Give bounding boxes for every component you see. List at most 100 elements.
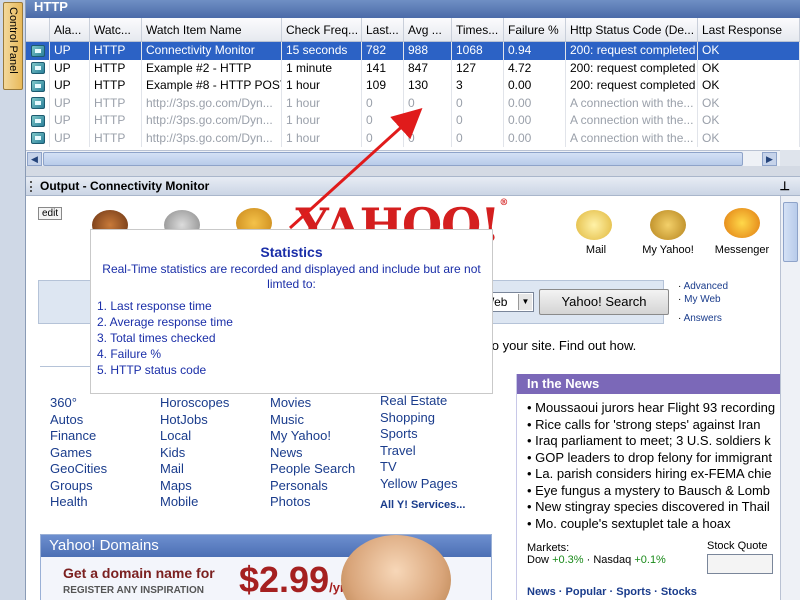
yahoo-search-button[interactable]: Yahoo! Search <box>539 289 669 315</box>
directory-link[interactable]: Games <box>50 445 107 462</box>
directory-link[interactable]: Autos <box>50 412 107 429</box>
directory-link[interactable]: Yellow Pages <box>380 476 458 493</box>
column-header-http-status[interactable]: Http Status Code (De... <box>566 18 698 41</box>
mail-link[interactable]: Mail <box>556 244 636 256</box>
news-item[interactable]: New stingray species discovered in Thail <box>527 499 780 516</box>
monitor-icon <box>30 44 45 57</box>
chevron-down-icon[interactable]: ▼ <box>518 294 532 310</box>
column-header-alarm[interactable]: Ala... <box>50 18 90 41</box>
directory-link[interactable]: Kids <box>160 445 229 462</box>
directory-link[interactable]: Mail <box>160 461 229 478</box>
check-frequency-cell: 15 seconds <box>282 42 362 60</box>
directory-link[interactable]: Travel <box>380 443 458 460</box>
stock-quote-label: Stock Quote <box>707 540 768 552</box>
directory-link[interactable]: Finance <box>50 428 107 445</box>
directory-link[interactable]: Personals <box>270 478 355 495</box>
scroll-right-icon[interactable]: ▶ <box>762 152 777 166</box>
directory-link[interactable]: 360° <box>50 395 107 412</box>
tagline[interactable]: s to your site. Find out how. <box>478 338 636 353</box>
domains-price: $2.99/yr <box>239 559 345 600</box>
news-item[interactable]: Mo. couple's sextuplet tale a hoax <box>527 516 780 533</box>
column-header-last[interactable]: Last... <box>362 18 404 41</box>
vertical-scrollbar[interactable] <box>780 196 800 600</box>
grip-icon[interactable] <box>30 181 33 192</box>
scroll-left-icon[interactable]: ◀ <box>27 152 42 166</box>
my-yahoo-link[interactable]: My Yahoo! <box>628 244 708 256</box>
news-module: In the News Moussaoui jurors hear Flight… <box>516 374 780 600</box>
table-row[interactable]: UP HTTP http://3ps.go.com/Dyn... 1 hour 0 0 0 0… <box>26 112 800 130</box>
column-header-check-frequency[interactable]: Check Freq... <box>282 18 362 41</box>
directory-link[interactable]: Maps <box>160 478 229 495</box>
failure-percent-cell: 0.00 <box>504 94 566 112</box>
table-row[interactable]: UP HTTP Connectivity Monitor 15 seconds 782 9… <box>26 42 800 60</box>
answers-link[interactable]: Answers <box>684 313 722 324</box>
directory-link[interactable]: Photos <box>270 494 355 511</box>
times-checked-cell: 127 <box>452 59 504 77</box>
panel-splitter[interactable] <box>26 166 800 176</box>
my-yahoo-icon[interactable] <box>650 210 686 240</box>
edit-tag[interactable]: edit <box>38 207 63 220</box>
mail-icon[interactable] <box>576 210 612 240</box>
directory-link[interactable]: TV <box>380 459 458 476</box>
callout-list-item: 3. Total times checked <box>97 331 216 345</box>
news-item[interactable]: La. parish considers hiring ex-FEMA chie <box>527 466 780 483</box>
all-services-link[interactable]: All Y! Services... <box>380 497 465 514</box>
table-row[interactable]: UP HTTP Example #8 - HTTP POST 1 hour 109 130… <box>26 77 800 95</box>
messenger-icon[interactable] <box>724 208 760 238</box>
table-row[interactable]: UP HTTP http://3ps.go.com/Dyn... 1 hour 0 0 0 0… <box>26 94 800 112</box>
horizontal-scrollbar[interactable]: ◀ ▶ <box>26 150 780 166</box>
news-item[interactable]: Eye fungus a mystery to Bausch & Lomb <box>527 483 780 500</box>
dow-label[interactable]: Dow <box>527 554 549 566</box>
column-header-last-response[interactable]: Last Response <box>698 18 800 41</box>
column-header-failure[interactable]: Failure % <box>504 18 566 41</box>
news-item[interactable]: Iraq parliament to meet; 3 U.S. soldiers… <box>527 433 780 450</box>
stock-quote-input[interactable] <box>707 554 773 574</box>
directory-link[interactable]: Music <box>270 412 355 429</box>
watch-item-name-cell: http://3ps.go.com/Dyn... <box>142 129 282 147</box>
domains-body: Get a domain name for REGISTER ANY INSPI… <box>41 535 491 600</box>
news-item[interactable]: GOP leaders to drop felony for immigrant <box>527 450 780 467</box>
news-tabs[interactable]: News · Popular · Sports · Stocks <box>527 586 697 598</box>
pin-icon[interactable]: ⊥ <box>780 177 790 195</box>
column-header-times[interactable]: Times... <box>452 18 504 41</box>
directory-link[interactable]: Real Estate <box>380 393 458 410</box>
directory-link[interactable]: Shopping <box>380 410 458 427</box>
directory-link[interactable]: Health <box>50 494 107 511</box>
table-row[interactable]: UP HTTP http://3ps.go.com/Dyn... 1 hour 0 0 0 0… <box>26 129 800 147</box>
alarm-status-cell: UP <box>50 129 90 147</box>
column-header-avg[interactable]: Avg ... <box>404 18 452 41</box>
table-row[interactable]: UP HTTP Example #2 - HTTP 1 minute 141 847 127… <box>26 59 800 77</box>
messenger-link[interactable]: Messenger <box>702 244 780 256</box>
news-item[interactable]: Moussaoui jurors hear Flight 93 recordin… <box>527 400 780 417</box>
directory-link[interactable]: HotJobs <box>160 412 229 429</box>
control-panel-tab[interactable]: Control Panel <box>3 2 23 90</box>
yahoo-domains-module[interactable]: Yahoo! Domains Get a domain name for REG… <box>40 534 492 600</box>
http-panel-title: HTTP <box>26 0 800 18</box>
directory-link[interactable]: News <box>270 445 355 462</box>
nasdaq-label[interactable]: Nasdaq <box>593 554 631 566</box>
directory-link[interactable]: GeoCities <box>50 461 107 478</box>
monitor-icon <box>30 132 45 145</box>
directory-link[interactable]: Mobile <box>160 494 229 511</box>
directory-column-1: 360° Autos Finance Games GeoCities Groups Heal… <box>50 395 107 511</box>
domains-price-value: $2.99 <box>239 559 330 600</box>
advanced-search-link[interactable]: Advanced <box>684 281 728 292</box>
callout-list-item: 2. Average response time <box>97 315 233 329</box>
directory-link[interactable]: Movies <box>270 395 355 412</box>
directory-link[interactable]: Horoscopes <box>160 395 229 412</box>
column-header-watch-type[interactable]: Watc... <box>90 18 142 41</box>
directory-link[interactable]: Groups <box>50 478 107 495</box>
vertical-scroll-thumb[interactable] <box>783 202 798 262</box>
directory-link[interactable]: Local <box>160 428 229 445</box>
my-web-link[interactable]: My Web <box>684 294 721 305</box>
watch-type-cell: HTTP <box>90 77 142 95</box>
news-item[interactable]: Rice calls for 'strong steps' against Ir… <box>527 417 780 434</box>
last-response-cell: OK <box>698 94 800 112</box>
directory-link[interactable]: People Search <box>270 461 355 478</box>
directory-link[interactable]: My Yahoo! <box>270 428 355 445</box>
directory-link[interactable]: Sports <box>380 426 458 443</box>
scroll-thumb[interactable] <box>43 152 743 166</box>
column-header-watch-item-name[interactable]: Watch Item Name <box>142 18 282 41</box>
column-header[interactable] <box>26 18 50 41</box>
watch-items-grid[interactable]: Ala... Watc... Watch Item Name Check Fre… <box>26 18 800 150</box>
